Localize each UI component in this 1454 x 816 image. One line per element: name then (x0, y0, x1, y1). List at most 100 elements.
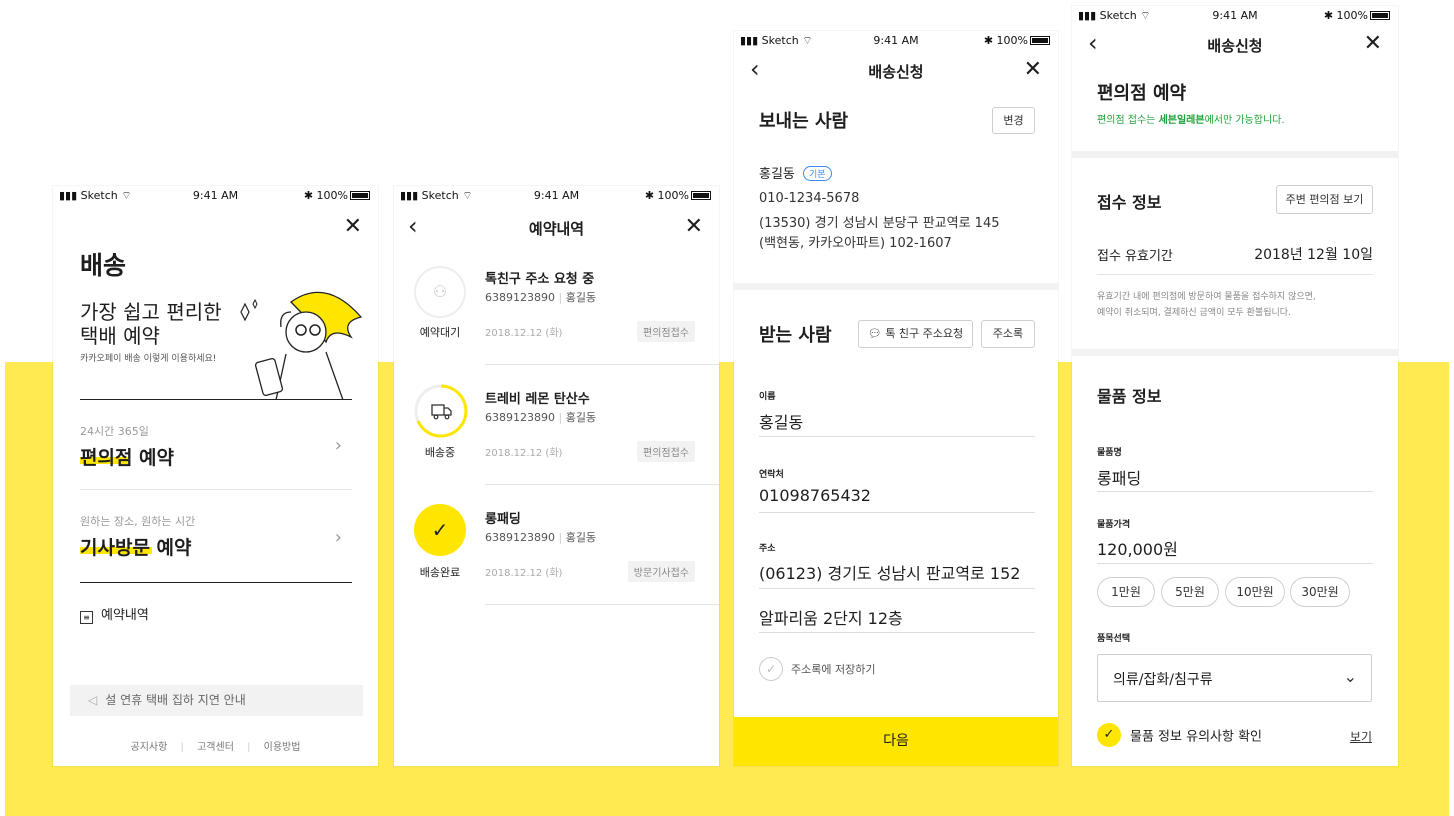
page-title: 배송 (80, 251, 127, 280)
nearby-stores-button[interactable]: 주변 편의점 보기 (1276, 185, 1373, 214)
status-bar: ▮▮▮ Sketch ⌔ 9:41 AM ✱ 100% (53, 186, 378, 204)
item-price-field[interactable]: 120,000원 (1097, 536, 1178, 560)
divider (80, 489, 352, 490)
divider (80, 582, 352, 583)
divider (80, 399, 352, 400)
field-underline (1097, 563, 1373, 564)
price-chip-50k[interactable]: 5만원 (1161, 577, 1219, 607)
status-bar: ▮▮▮ Sketch ⌔ 9:41 AM ✱ 100% (1072, 6, 1398, 24)
close-icon[interactable]: ✕ (1024, 59, 1042, 81)
divider (485, 484, 719, 485)
status-label: 배송완료 (419, 566, 461, 579)
sender-address-line1: (13530) 경기 성남시 분당구 판교역로 145 (759, 216, 1000, 231)
change-sender-button[interactable]: 변경 (992, 107, 1035, 134)
screen-history: ▮▮▮ Sketch ⌔ 9:41 AM ✱ 100% ‹ 예약내역 ✕ ⚇ 예… (394, 186, 719, 766)
option-title-text: 기사방문 예약 (80, 537, 192, 559)
close-icon[interactable]: ✕ (344, 216, 362, 238)
status-waiting-icon: ⚇ (414, 266, 466, 318)
name-field[interactable]: 홍길동 (759, 409, 803, 433)
phone-field[interactable]: 01098765432 (759, 486, 871, 505)
notice-banner[interactable]: ◁ 설 연휴 택배 집하 지연 안내 (70, 685, 363, 716)
sender-name: 홍길동 기본 (759, 163, 832, 182)
bluetooth-icon: ✱ (983, 34, 994, 47)
footer-link-support[interactable]: 고객센터 (197, 742, 234, 753)
recipient-name: 홍길동 (565, 291, 597, 304)
headline-line2: 택배 예약 (80, 324, 160, 348)
page-title: 편의점 예약 (1097, 83, 1187, 104)
receiver-title: 받는 사람 (759, 325, 832, 346)
talk-friend-address-button[interactable]: 💬︎ 톡 친구 주소요청 (858, 320, 973, 348)
check-filled-icon: ✓ (1097, 723, 1121, 747)
validity-note-line2: 예약이 취소되며, 결제하신 금액이 모두 환불됩니다. (1097, 308, 1291, 318)
address-field[interactable]: (06123) 경기도 성남시 판교역로 152 (759, 560, 1020, 584)
save-label: 주소록에 저장하기 (791, 663, 876, 676)
nav-title: 예약내역 (528, 220, 585, 238)
address-detail-field[interactable]: 알파리움 2단지 12층 (759, 605, 903, 629)
category-label: 품목선택 (1097, 634, 1131, 644)
battery-label: 100% (657, 189, 689, 202)
address-book-button[interactable]: 주소록 (981, 320, 1035, 348)
bluetooth-icon: ✱ (1323, 9, 1334, 22)
list-item[interactable]: 배송중 트레비 레몬 탄산수 6389123890 | 홍길동 2018.12.… (394, 376, 719, 486)
item-date: 2018.12.12 (화) (485, 448, 563, 459)
address-label: 주소 (759, 544, 776, 554)
battery-label: 100% (1336, 9, 1368, 22)
price-chip-10k[interactable]: 1만원 (1097, 577, 1155, 607)
next-button[interactable]: 다음 (734, 717, 1058, 766)
history-link[interactable]: ≡ 예약내역 (80, 604, 149, 624)
category-select[interactable]: 의류/잡화/침구류 ⌄ (1097, 654, 1372, 702)
default-badge: 기본 (803, 166, 832, 181)
status-badge: 방문기사접수 (627, 561, 695, 582)
footer-link-notice[interactable]: 공지사항 (131, 742, 168, 753)
option-courier-visit[interactable]: 원하는 장소, 원하는 시간 기사방문 예약 › (80, 501, 352, 581)
option-convenience-store[interactable]: 24시간 365일 편의점 예약 › (80, 411, 352, 487)
option-caption: 원하는 장소, 원하는 시간 (80, 515, 196, 528)
battery-label: 100% (996, 34, 1028, 47)
divider (485, 604, 719, 605)
chat-bubble-icon: 💬︎ (867, 327, 882, 340)
status-label: 배송중 (424, 446, 456, 459)
item-name: 트레비 레몬 탄산수 (485, 392, 590, 407)
screen-home: ▮▮▮ Sketch ⌔ 9:41 AM ✱ 100% ✕ 배송 가장 쉽고 편… (53, 186, 378, 766)
item-name: 롱패딩 (485, 512, 521, 527)
notice-text: 설 연휴 택배 집하 지연 안내 (105, 693, 246, 707)
separator: | (247, 742, 251, 753)
store-name: 세븐일레븐 (1158, 115, 1205, 126)
battery-label: 100% (316, 189, 348, 202)
chevron-right-icon: › (334, 527, 342, 548)
status-bar: ▮▮▮ Sketch ⌔ 9:41 AM ✱ 100% (394, 186, 719, 204)
close-icon[interactable]: ✕ (1364, 33, 1382, 55)
save-to-address-book-checkbox[interactable]: ✓ 주소록에 저장하기 (759, 657, 875, 681)
sender-address-line2: (백현동, 카카오아파트) 102-1607 (759, 236, 952, 251)
item-name-field[interactable]: 롱패딩 (1097, 465, 1141, 489)
chevron-down-icon: ⌄ (1343, 667, 1357, 686)
tracking-number: 6389123890 (485, 291, 555, 304)
sender-name-text: 홍길동 (759, 167, 795, 182)
close-icon[interactable]: ✕ (685, 216, 703, 238)
battery-icon (1370, 11, 1390, 20)
status-label: 예약대기 (419, 326, 461, 339)
chevron-right-icon: › (334, 435, 342, 456)
option-title: 기사방문 예약 (80, 533, 192, 560)
price-chip-100k[interactable]: 10만원 (1225, 577, 1285, 607)
footer-link-guide[interactable]: 이용방법 (264, 742, 301, 753)
field-underline (759, 632, 1035, 633)
status-delivering-icon (414, 384, 468, 438)
list-item[interactable]: ✓ 배송완료 롱패딩 6389123890 | 홍길동 2018.12.12 (… (394, 496, 719, 606)
check-circle-icon: ✓ (759, 657, 783, 681)
option-title: 편의점 예약 (80, 443, 174, 470)
list-icon: ≡ (80, 611, 93, 624)
status-badge: 편의점접수 (637, 441, 695, 462)
category-selected-value: 의류/잡화/침구류 (1113, 672, 1213, 688)
list-item[interactable]: ⚇ 예약대기 톡친구 주소 요청 중 6389123890 | 홍길동 2018… (394, 256, 719, 366)
divider (485, 364, 719, 365)
view-link[interactable]: 보기 (1350, 728, 1372, 745)
confirm-checkbox[interactable]: ✓ 물품 정보 유의사항 확인 (1097, 723, 1262, 747)
receipt-title: 접수 정보 (1097, 193, 1162, 212)
tracking-number: 6389123890 (485, 411, 555, 424)
battery-icon (350, 191, 370, 200)
bluetooth-icon: ✱ (644, 189, 655, 202)
price-chip-300k[interactable]: 30만원 (1290, 577, 1350, 607)
headline-subtitle: 카카오페이 배송 이렇게 이용하세요! (80, 354, 217, 364)
item-name: 톡친구 주소 요청 중 (485, 272, 595, 287)
